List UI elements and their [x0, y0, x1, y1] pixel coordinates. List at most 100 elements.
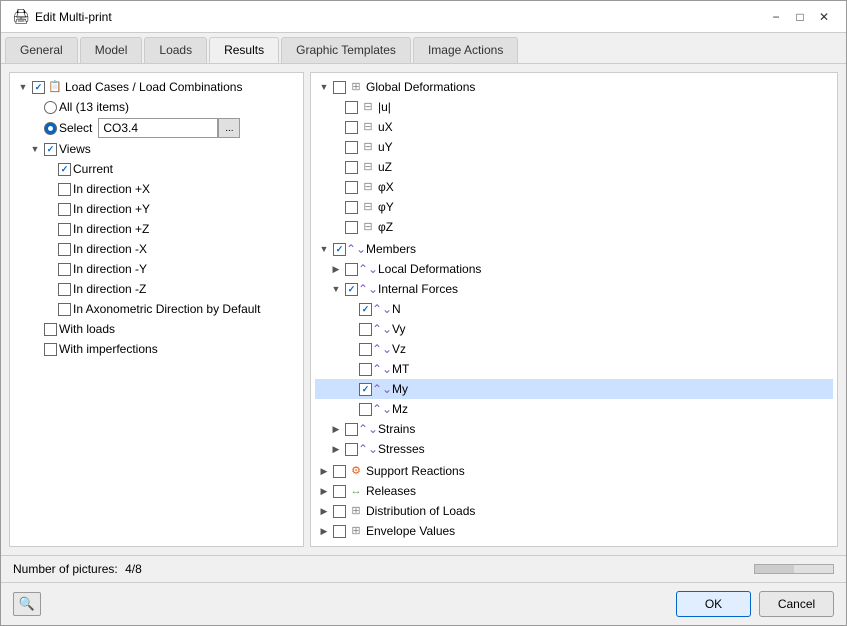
strains-item[interactable]: ▶ ⌃⌄ Strains [315, 419, 833, 439]
force-my-checkbox[interactable] [359, 383, 372, 396]
views-checkbox[interactable] [44, 143, 57, 156]
force-mz[interactable]: ▶ ⌃⌄ Mz [315, 399, 833, 419]
all-items-radio[interactable] [44, 101, 57, 114]
force-my[interactable]: ▶ ⌃⌄ My [315, 379, 833, 399]
views-item[interactable]: ▼ Views [14, 139, 299, 159]
tab-image-actions[interactable]: Image Actions [413, 37, 518, 63]
view-dir-pz-checkbox[interactable] [58, 223, 71, 236]
cancel-button[interactable]: Cancel [759, 591, 834, 617]
stresses-checkbox[interactable] [345, 443, 358, 456]
distribution-loads-checkbox[interactable] [333, 505, 346, 518]
view-dir-py[interactable]: ▶ In direction +Y [14, 199, 299, 219]
global-phiz[interactable]: ▶ ⊟ φZ [315, 217, 833, 237]
global-deformations-item[interactable]: ▼ ⊞ Global Deformations [315, 77, 833, 97]
stresses-item[interactable]: ▶ ⌃⌄ Stresses [315, 439, 833, 459]
select-combo-input[interactable] [98, 118, 218, 138]
stresses-expand-icon[interactable]: ▶ [329, 442, 343, 456]
force-mt-checkbox[interactable] [359, 363, 372, 376]
load-cases-checkbox[interactable] [32, 81, 45, 94]
ok-button[interactable]: OK [676, 591, 751, 617]
internal-forces-checkbox[interactable] [345, 283, 358, 296]
close-button[interactable]: ✕ [814, 7, 834, 27]
support-reactions-checkbox[interactable] [333, 465, 346, 478]
force-vy[interactable]: ▶ ⌃⌄ Vy [315, 319, 833, 339]
local-deformations-checkbox[interactable] [345, 263, 358, 276]
distribution-loads-expand-icon[interactable]: ▶ [317, 504, 331, 518]
local-deformations-expand-icon[interactable]: ▶ [329, 262, 343, 276]
view-dir-nx-checkbox[interactable] [58, 243, 71, 256]
view-axonometric-checkbox[interactable] [58, 303, 71, 316]
envelope-values-checkbox[interactable] [333, 525, 346, 538]
global-uz[interactable]: ▶ ⊟ uZ [315, 157, 833, 177]
views-expand-icon[interactable]: ▼ [28, 142, 42, 156]
view-dir-px-checkbox[interactable] [58, 183, 71, 196]
global-u-abs[interactable]: ▶ ⊟ |u| [315, 97, 833, 117]
global-uz-checkbox[interactable] [345, 161, 358, 174]
view-dir-pz[interactable]: ▶ In direction +Z [14, 219, 299, 239]
local-deformations-item[interactable]: ▶ ⌃⌄ Local Deformations [315, 259, 833, 279]
load-cases-root[interactable]: ▼ 📋 Load Cases / Load Combinations [14, 77, 299, 97]
envelope-values-expand-icon[interactable]: ▶ [317, 524, 331, 538]
with-imperfections-checkbox[interactable] [44, 343, 57, 356]
view-axonometric[interactable]: ▶ In Axonometric Direction by Default [14, 299, 299, 319]
members-item[interactable]: ▼ ⌃⌄ Members [315, 239, 833, 259]
releases-item[interactable]: ▶ ↔ Releases [315, 481, 833, 501]
global-ux[interactable]: ▶ ⊟ uX [315, 117, 833, 137]
tab-results[interactable]: Results [209, 37, 279, 63]
tab-loads[interactable]: Loads [144, 37, 207, 63]
search-button[interactable]: 🔍 [13, 592, 41, 616]
distribution-loads-item[interactable]: ▶ ⊞ Distribution of Loads [315, 501, 833, 521]
global-phix-checkbox[interactable] [345, 181, 358, 194]
tab-model[interactable]: Model [80, 37, 143, 63]
global-deformations-checkbox[interactable] [333, 81, 346, 94]
tab-graphic-templates[interactable]: Graphic Templates [281, 37, 411, 63]
force-vy-checkbox[interactable] [359, 323, 372, 336]
load-cases-expand-icon[interactable]: ▼ [16, 80, 30, 94]
strains-checkbox[interactable] [345, 423, 358, 436]
minimize-button[interactable]: − [766, 7, 786, 27]
strains-expand-icon[interactable]: ▶ [329, 422, 343, 436]
force-vz-checkbox[interactable] [359, 343, 372, 356]
with-loads[interactable]: ▶ With loads [14, 319, 299, 339]
members-expand-icon[interactable]: ▼ [317, 242, 331, 256]
global-phiy-checkbox[interactable] [345, 201, 358, 214]
force-n-checkbox[interactable] [359, 303, 372, 316]
select-radio[interactable] [44, 122, 57, 135]
with-imperfections[interactable]: ▶ With imperfections [14, 339, 299, 359]
view-current-checkbox[interactable] [58, 163, 71, 176]
view-dir-ny-checkbox[interactable] [58, 263, 71, 276]
view-dir-nx[interactable]: ▶ In direction -X [14, 239, 299, 259]
view-dir-py-checkbox[interactable] [58, 203, 71, 216]
view-dir-nz[interactable]: ▶ In direction -Z [14, 279, 299, 299]
select-combo-button[interactable]: ... [218, 118, 240, 138]
releases-checkbox[interactable] [333, 485, 346, 498]
force-vz[interactable]: ▶ ⌃⌄ Vz [315, 339, 833, 359]
support-reactions-item[interactable]: ▶ ⚙ Support Reactions [315, 461, 833, 481]
view-current[interactable]: ▶ Current [14, 159, 299, 179]
select-option[interactable]: ▶ Select ... [14, 117, 299, 139]
global-deformations-expand-icon[interactable]: ▼ [317, 80, 331, 94]
view-dir-ny[interactable]: ▶ In direction -Y [14, 259, 299, 279]
envelope-values-item[interactable]: ▶ ⊞ Envelope Values [315, 521, 833, 541]
global-u-abs-checkbox[interactable] [345, 101, 358, 114]
global-ux-checkbox[interactable] [345, 121, 358, 134]
force-mt[interactable]: ▶ ⌃⌄ MT [315, 359, 833, 379]
all-items-option[interactable]: ▶ All (13 items) [14, 97, 299, 117]
force-mz-checkbox[interactable] [359, 403, 372, 416]
internal-forces-expand-icon[interactable]: ▼ [329, 282, 343, 296]
global-phiz-checkbox[interactable] [345, 221, 358, 234]
internal-forces-item[interactable]: ▼ ⌃⌄ Internal Forces [315, 279, 833, 299]
with-loads-checkbox[interactable] [44, 323, 57, 336]
global-uy-checkbox[interactable] [345, 141, 358, 154]
maximize-button[interactable]: □ [790, 7, 810, 27]
tab-general[interactable]: General [5, 37, 78, 63]
global-uy[interactable]: ▶ ⊟ uY [315, 137, 833, 157]
view-dir-nz-checkbox[interactable] [58, 283, 71, 296]
global-phiy[interactable]: ▶ ⊟ φY [315, 197, 833, 217]
force-n[interactable]: ▶ ⌃⌄ N [315, 299, 833, 319]
view-dir-px[interactable]: ▶ In direction +X [14, 179, 299, 199]
support-reactions-expand-icon[interactable]: ▶ [317, 464, 331, 478]
members-checkbox[interactable] [333, 243, 346, 256]
global-phix[interactable]: ▶ ⊟ φX [315, 177, 833, 197]
releases-expand-icon[interactable]: ▶ [317, 484, 331, 498]
